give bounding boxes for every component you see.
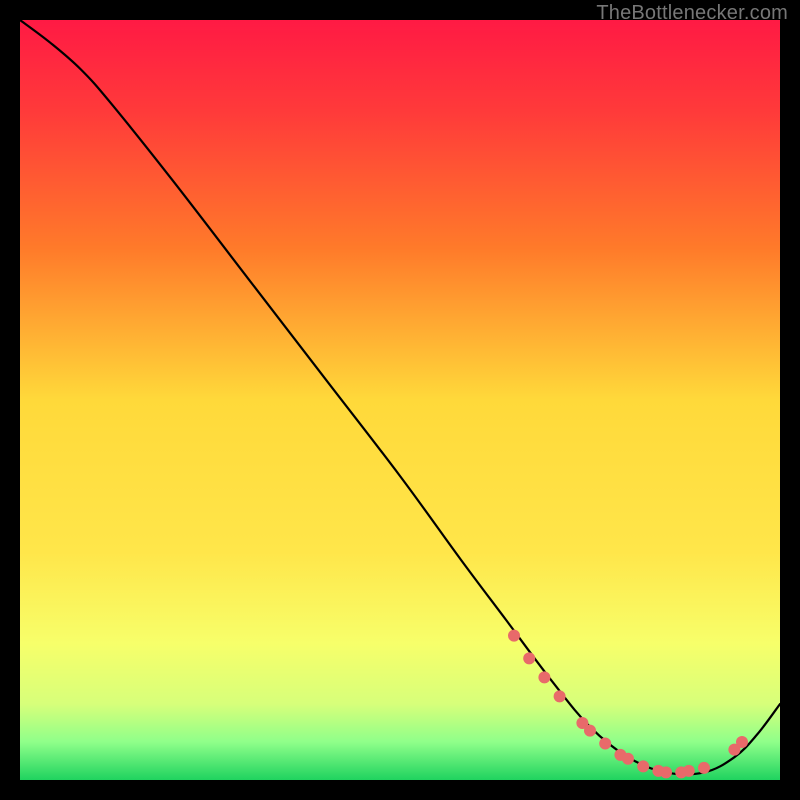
- highlight-dot: [599, 738, 611, 750]
- highlight-dot: [554, 690, 566, 702]
- chart-frame: TheBottlenecker.com: [0, 0, 800, 800]
- highlight-dot: [683, 765, 695, 777]
- chart-svg: [20, 20, 780, 780]
- highlight-dot: [508, 630, 520, 642]
- highlight-dot: [660, 766, 672, 778]
- highlight-dot: [523, 652, 535, 664]
- highlight-dot: [584, 725, 596, 737]
- highlight-dot: [736, 736, 748, 748]
- highlight-dot: [698, 762, 710, 774]
- highlight-dot: [637, 760, 649, 772]
- chart-background: [20, 20, 780, 780]
- highlight-dot: [538, 671, 550, 683]
- highlight-dot: [622, 753, 634, 765]
